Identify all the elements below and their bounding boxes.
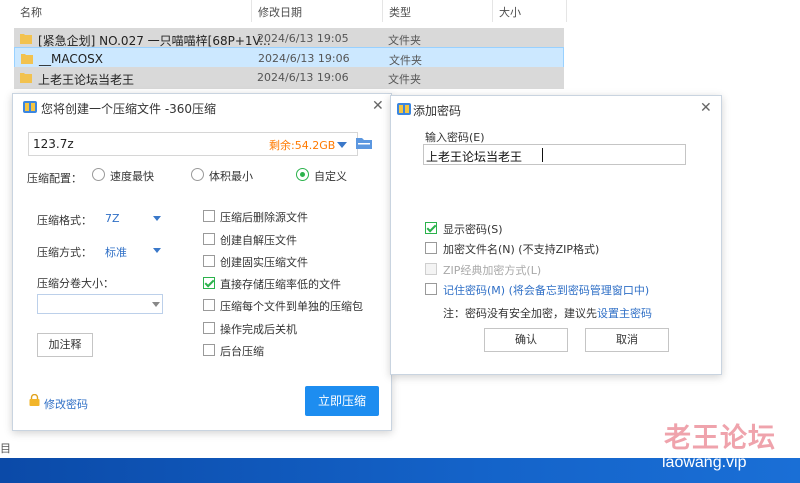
file-date: 2024/6/13 19:06 xyxy=(258,52,350,65)
file-row[interactable]: 上老王论坛当老王 2024/6/13 19:06 文件夹 xyxy=(14,67,564,89)
dialog-title-bar[interactable]: 您将创建一个压缩文件 -360压缩 ✕ xyxy=(13,94,391,120)
checkbox[interactable] xyxy=(203,233,215,245)
folder-icon xyxy=(20,73,32,83)
change-password-link[interactable]: 修改密码 xyxy=(44,396,88,412)
radio-circle[interactable] xyxy=(191,168,204,181)
file-type: 文件夹 xyxy=(388,34,421,47)
format-select[interactable]: 7Z xyxy=(105,212,120,225)
option-label: 后台压缩 xyxy=(220,345,264,358)
add-comment-button[interactable]: 加注释 xyxy=(37,333,93,357)
format-label: 压缩格式： xyxy=(37,214,92,227)
column-divider[interactable] xyxy=(492,0,493,22)
checkbox[interactable] xyxy=(425,283,437,295)
volume-size-label: 压缩分卷大小： xyxy=(37,277,114,290)
file-name: 上老王论坛当老王 xyxy=(38,73,135,87)
method-label: 压缩方式： xyxy=(37,246,92,259)
chevron-down-icon[interactable] xyxy=(152,302,160,307)
password-input-label: 输入密码(E) xyxy=(425,131,485,144)
compress-dialog: 您将创建一个压缩文件 -360压缩 ✕ 123.7z 剩余:54.2GB 压缩配… xyxy=(12,93,392,431)
radio-circle[interactable] xyxy=(296,168,309,181)
file-row[interactable]: __MACOSX 2024/6/13 19:06 文件夹 xyxy=(14,47,564,69)
mode-label: 速度最快 xyxy=(110,170,154,183)
free-space-label: 剩余:54.2GB xyxy=(269,139,336,152)
checkbox[interactable] xyxy=(203,299,215,311)
checkbox-label: 加密文件名(N) (不支持ZIP格式) xyxy=(443,243,600,256)
file-date: 2024/6/13 19:05 xyxy=(257,32,349,45)
checkbox-disabled[interactable] xyxy=(425,263,437,275)
checkbox[interactable] xyxy=(203,255,215,267)
note-text: 注：密码没有安全加密，建议先 xyxy=(443,307,597,320)
text-caret xyxy=(542,148,543,162)
option-label: 操作完成后关机 xyxy=(220,323,297,336)
ok-button[interactable]: 确认 xyxy=(484,328,568,352)
archive-name-value: 123.7z xyxy=(33,137,74,151)
dialog-title: 您将创建一个压缩文件 -360压缩 xyxy=(41,102,217,116)
file-type: 文件夹 xyxy=(389,54,422,67)
checkbox[interactable] xyxy=(203,344,215,356)
column-size[interactable]: 大小 xyxy=(499,4,521,20)
set-master-password-link[interactable]: 设置主密码 xyxy=(597,307,652,320)
checkbox-label: 显示密码(S) xyxy=(443,223,503,236)
chevron-down-icon[interactable] xyxy=(337,142,347,148)
file-name: __MACOSX xyxy=(39,52,104,66)
checkbox-label: ZIP经典加密方式(L) xyxy=(443,264,542,277)
watermark-text: 老王论坛 xyxy=(664,423,776,454)
watermark-url: laowang.vip xyxy=(662,454,747,471)
close-icon[interactable]: ✕ xyxy=(700,100,712,116)
option-label: 创建固实压缩文件 xyxy=(220,256,308,269)
option-label: 压缩后删除源文件 xyxy=(220,211,308,224)
compress-now-button[interactable]: 立即压缩 xyxy=(305,386,379,416)
checkbox-checked[interactable] xyxy=(425,222,437,234)
password-dialog: 添加密码 ✕ 输入密码(E) 上老王论坛当老王 显示密码(S) 加密文件名(N)… xyxy=(390,95,722,375)
dialog-title: 添加密码 xyxy=(413,104,462,118)
option-label: 压缩每个文件到单独的压缩包 xyxy=(220,300,363,313)
archive-app-icon xyxy=(23,101,37,113)
checkbox[interactable] xyxy=(425,242,437,254)
volume-size-select[interactable] xyxy=(37,294,163,314)
close-icon[interactable]: ✕ xyxy=(372,98,384,114)
column-type[interactable]: 类型 xyxy=(389,4,411,20)
status-text: 目 xyxy=(0,442,11,455)
radio-circle[interactable] xyxy=(92,168,105,181)
folder-icon xyxy=(21,54,33,64)
checkbox-checked[interactable] xyxy=(203,277,215,289)
config-label: 压缩配置： xyxy=(27,172,82,185)
column-divider[interactable] xyxy=(566,0,567,22)
column-divider[interactable] xyxy=(382,0,383,22)
option-label: 直接存储压缩率低的文件 xyxy=(220,278,341,291)
mode-label: 自定义 xyxy=(314,170,347,183)
column-date[interactable]: 修改日期 xyxy=(258,4,302,20)
column-divider[interactable] xyxy=(251,0,252,22)
column-name[interactable]: 名称 xyxy=(20,4,42,20)
password-value: 上老王论坛当老王 xyxy=(426,150,523,164)
folder-icon[interactable] xyxy=(355,134,373,152)
file-date: 2024/6/13 19:06 xyxy=(257,71,349,84)
chevron-down-icon[interactable] xyxy=(153,248,161,253)
checkbox-label: 记住密码(M) (将会备忘到密码管理窗口中) xyxy=(443,284,650,297)
checkbox[interactable] xyxy=(203,210,215,222)
dialog-title-bar[interactable]: 添加密码 ✕ xyxy=(391,96,721,122)
password-input[interactable]: 上老王论坛当老王 xyxy=(423,144,686,165)
archive-name-field[interactable]: 123.7z 剩余:54.2GB xyxy=(28,132,358,156)
mode-label: 体积最小 xyxy=(209,170,253,183)
archive-app-icon xyxy=(397,103,411,115)
lock-icon xyxy=(29,394,40,406)
file-type: 文件夹 xyxy=(388,73,421,86)
folder-icon xyxy=(20,34,32,44)
chevron-down-icon[interactable] xyxy=(153,216,161,221)
security-note: 注：密码没有安全加密，建议先设置主密码 xyxy=(443,305,652,321)
column-header: 名称 修改日期 类型 大小 xyxy=(0,0,800,22)
option-label: 创建自解压文件 xyxy=(220,234,297,247)
method-select[interactable]: 标准 xyxy=(105,244,127,260)
checkbox[interactable] xyxy=(203,322,215,334)
cancel-button[interactable]: 取消 xyxy=(585,328,669,352)
